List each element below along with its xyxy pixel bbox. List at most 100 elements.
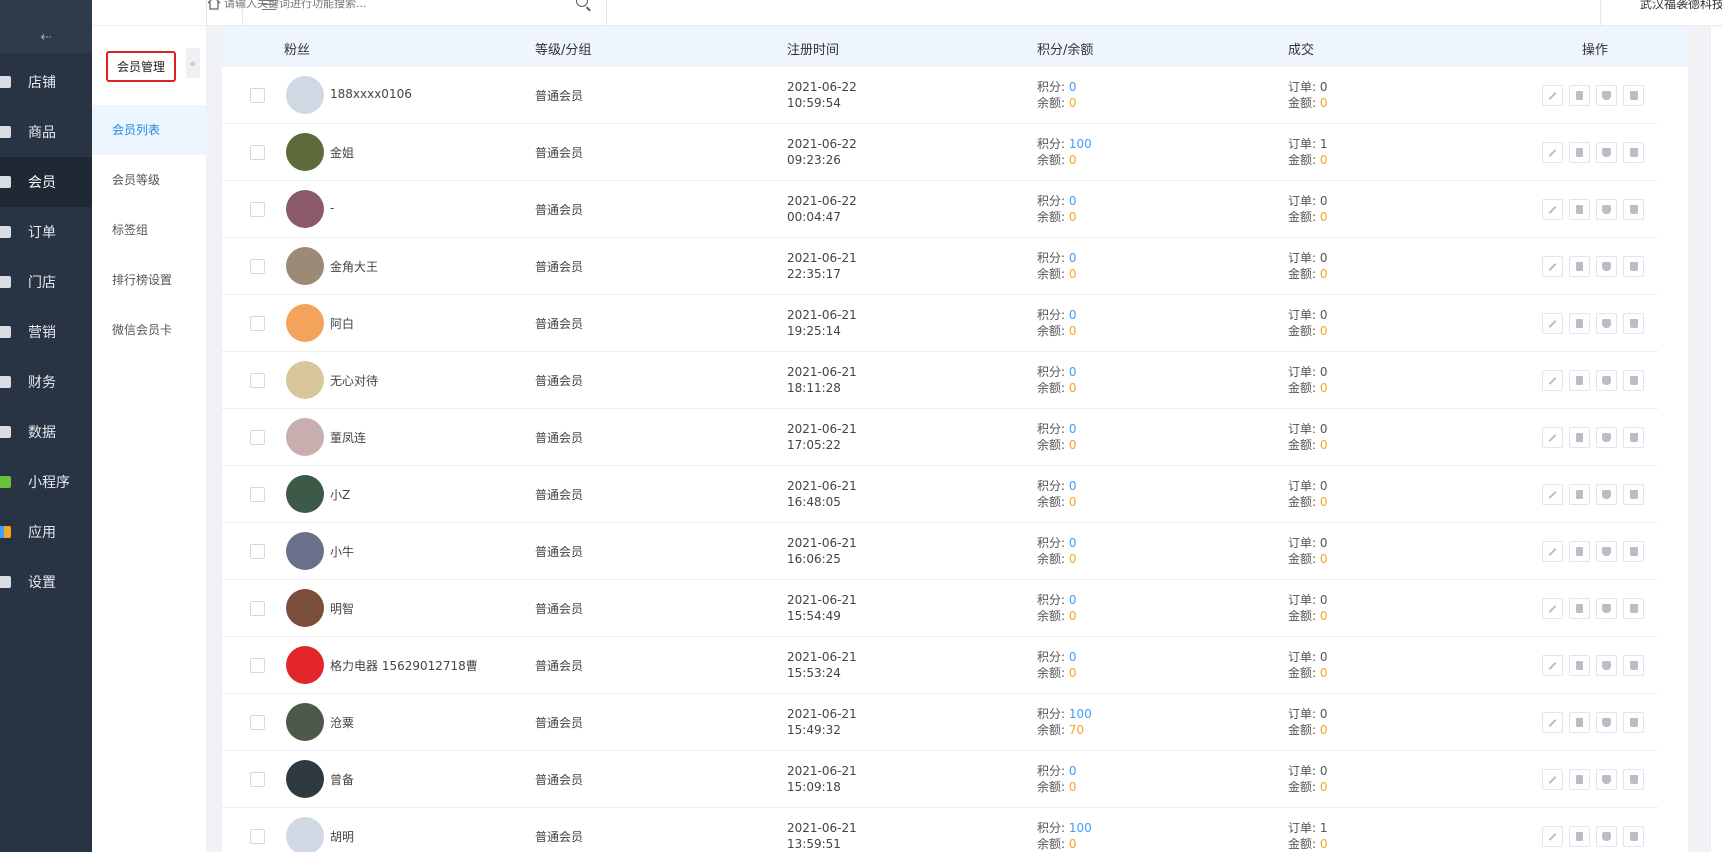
- delete-button[interactable]: [1623, 826, 1644, 847]
- edit-button[interactable]: [1542, 427, 1563, 448]
- row-checkbox[interactable]: [250, 373, 265, 388]
- row-checkbox[interactable]: [250, 202, 265, 217]
- row-checkbox[interactable]: [250, 259, 265, 274]
- member-nickname[interactable]: -: [330, 201, 334, 215]
- row-checkbox[interactable]: [250, 88, 265, 103]
- member-nickname[interactable]: 沧粟: [330, 714, 354, 731]
- sidebar-item-4[interactable]: 门店: [0, 257, 92, 307]
- delete-button[interactable]: [1623, 370, 1644, 391]
- edit-button[interactable]: [1542, 826, 1563, 847]
- delete-button[interactable]: [1623, 655, 1644, 676]
- edit-button[interactable]: [1542, 769, 1563, 790]
- detail-button[interactable]: [1569, 598, 1590, 619]
- edit-button[interactable]: [1542, 541, 1563, 562]
- member-nickname[interactable]: 小牛: [330, 543, 354, 560]
- member-nickname[interactable]: 董凤连: [330, 429, 366, 446]
- detail-button[interactable]: [1569, 199, 1590, 220]
- edit-button[interactable]: [1542, 484, 1563, 505]
- sidebar-item-0[interactable]: 店铺: [0, 57, 92, 107]
- row-checkbox[interactable]: [250, 658, 265, 673]
- sidebar-item-8[interactable]: 小程序: [0, 457, 92, 507]
- member-nickname[interactable]: 无心对待: [330, 372, 378, 389]
- edit-button[interactable]: [1542, 256, 1563, 277]
- detail-button[interactable]: [1569, 826, 1590, 847]
- row-checkbox[interactable]: [250, 772, 265, 787]
- detail-button[interactable]: [1569, 712, 1590, 733]
- row-checkbox[interactable]: [250, 316, 265, 331]
- detail-button[interactable]: [1569, 655, 1590, 676]
- tag-button[interactable]: [1596, 313, 1617, 334]
- submenu-collapse-button[interactable]: «: [186, 48, 200, 78]
- row-checkbox[interactable]: [250, 487, 265, 502]
- tag-button[interactable]: [1596, 256, 1617, 277]
- home-icon[interactable]: [206, 0, 222, 10]
- delete-button[interactable]: [1623, 199, 1644, 220]
- delete-button[interactable]: [1623, 598, 1644, 619]
- company-name[interactable]: 武汉福袭德科技: [1640, 0, 1722, 12]
- member-nickname[interactable]: 阿白: [330, 315, 354, 332]
- row-checkbox[interactable]: [250, 829, 265, 844]
- tag-button[interactable]: [1596, 199, 1617, 220]
- tag-button[interactable]: [1596, 85, 1617, 106]
- delete-button[interactable]: [1623, 142, 1644, 163]
- detail-button[interactable]: [1569, 769, 1590, 790]
- tag-button[interactable]: [1596, 427, 1617, 448]
- member-nickname[interactable]: 金角大王: [330, 258, 378, 275]
- sidebar-item-3[interactable]: 订单: [0, 207, 92, 257]
- tag-button[interactable]: [1596, 769, 1617, 790]
- tag-button[interactable]: [1596, 484, 1617, 505]
- edit-button[interactable]: [1542, 313, 1563, 334]
- submenu-item-4[interactable]: 微信会员卡: [92, 305, 206, 355]
- submenu-item-0[interactable]: 会员列表: [92, 105, 206, 155]
- delete-button[interactable]: [1623, 256, 1644, 277]
- sidebar-item-7[interactable]: 数据: [0, 407, 92, 457]
- row-checkbox[interactable]: [250, 601, 265, 616]
- edit-button[interactable]: [1542, 85, 1563, 106]
- delete-button[interactable]: [1623, 712, 1644, 733]
- detail-button[interactable]: [1569, 85, 1590, 106]
- delete-button[interactable]: [1623, 427, 1644, 448]
- edit-button[interactable]: [1542, 712, 1563, 733]
- sidebar-item-2[interactable]: 会员: [0, 157, 92, 207]
- edit-button[interactable]: [1542, 142, 1563, 163]
- detail-button[interactable]: [1569, 484, 1590, 505]
- edit-button[interactable]: [1542, 655, 1563, 676]
- member-nickname[interactable]: 胡明: [330, 828, 354, 845]
- row-checkbox[interactable]: [250, 544, 265, 559]
- function-search-input[interactable]: [224, 0, 584, 11]
- submenu-item-2[interactable]: 标签组: [92, 205, 206, 255]
- sidebar-item-5[interactable]: 营销: [0, 307, 92, 357]
- delete-button[interactable]: [1623, 541, 1644, 562]
- detail-button[interactable]: [1569, 142, 1590, 163]
- member-nickname[interactable]: 明智: [330, 600, 354, 617]
- sidebar-item-6[interactable]: 财务: [0, 357, 92, 407]
- delete-button[interactable]: [1623, 313, 1644, 334]
- delete-button[interactable]: [1623, 769, 1644, 790]
- row-checkbox[interactable]: [250, 430, 265, 445]
- tag-button[interactable]: [1596, 370, 1617, 391]
- member-nickname[interactable]: 金姐: [330, 144, 354, 161]
- detail-button[interactable]: [1569, 313, 1590, 334]
- row-checkbox[interactable]: [250, 145, 265, 160]
- scrollbar[interactable]: [1710, 27, 1722, 852]
- tag-button[interactable]: [1596, 826, 1617, 847]
- member-nickname[interactable]: 188xxxx0106: [330, 87, 412, 101]
- member-nickname[interactable]: 格力电器 15629012718曹: [330, 657, 478, 674]
- tag-button[interactable]: [1596, 655, 1617, 676]
- detail-button[interactable]: [1569, 370, 1590, 391]
- detail-button[interactable]: [1569, 427, 1590, 448]
- edit-button[interactable]: [1542, 598, 1563, 619]
- sidebar-item-10[interactable]: 设置: [0, 557, 92, 607]
- member-nickname[interactable]: 小Z: [330, 486, 350, 503]
- submenu-item-1[interactable]: 会员等级: [92, 155, 206, 205]
- edit-button[interactable]: [1542, 199, 1563, 220]
- search-icon[interactable]: [576, 0, 588, 7]
- edit-button[interactable]: [1542, 370, 1563, 391]
- row-checkbox[interactable]: [250, 715, 265, 730]
- detail-button[interactable]: [1569, 541, 1590, 562]
- detail-button[interactable]: [1569, 256, 1590, 277]
- tag-button[interactable]: [1596, 712, 1617, 733]
- tag-button[interactable]: [1596, 598, 1617, 619]
- delete-button[interactable]: [1623, 85, 1644, 106]
- member-nickname[interactable]: 曾备: [330, 771, 354, 788]
